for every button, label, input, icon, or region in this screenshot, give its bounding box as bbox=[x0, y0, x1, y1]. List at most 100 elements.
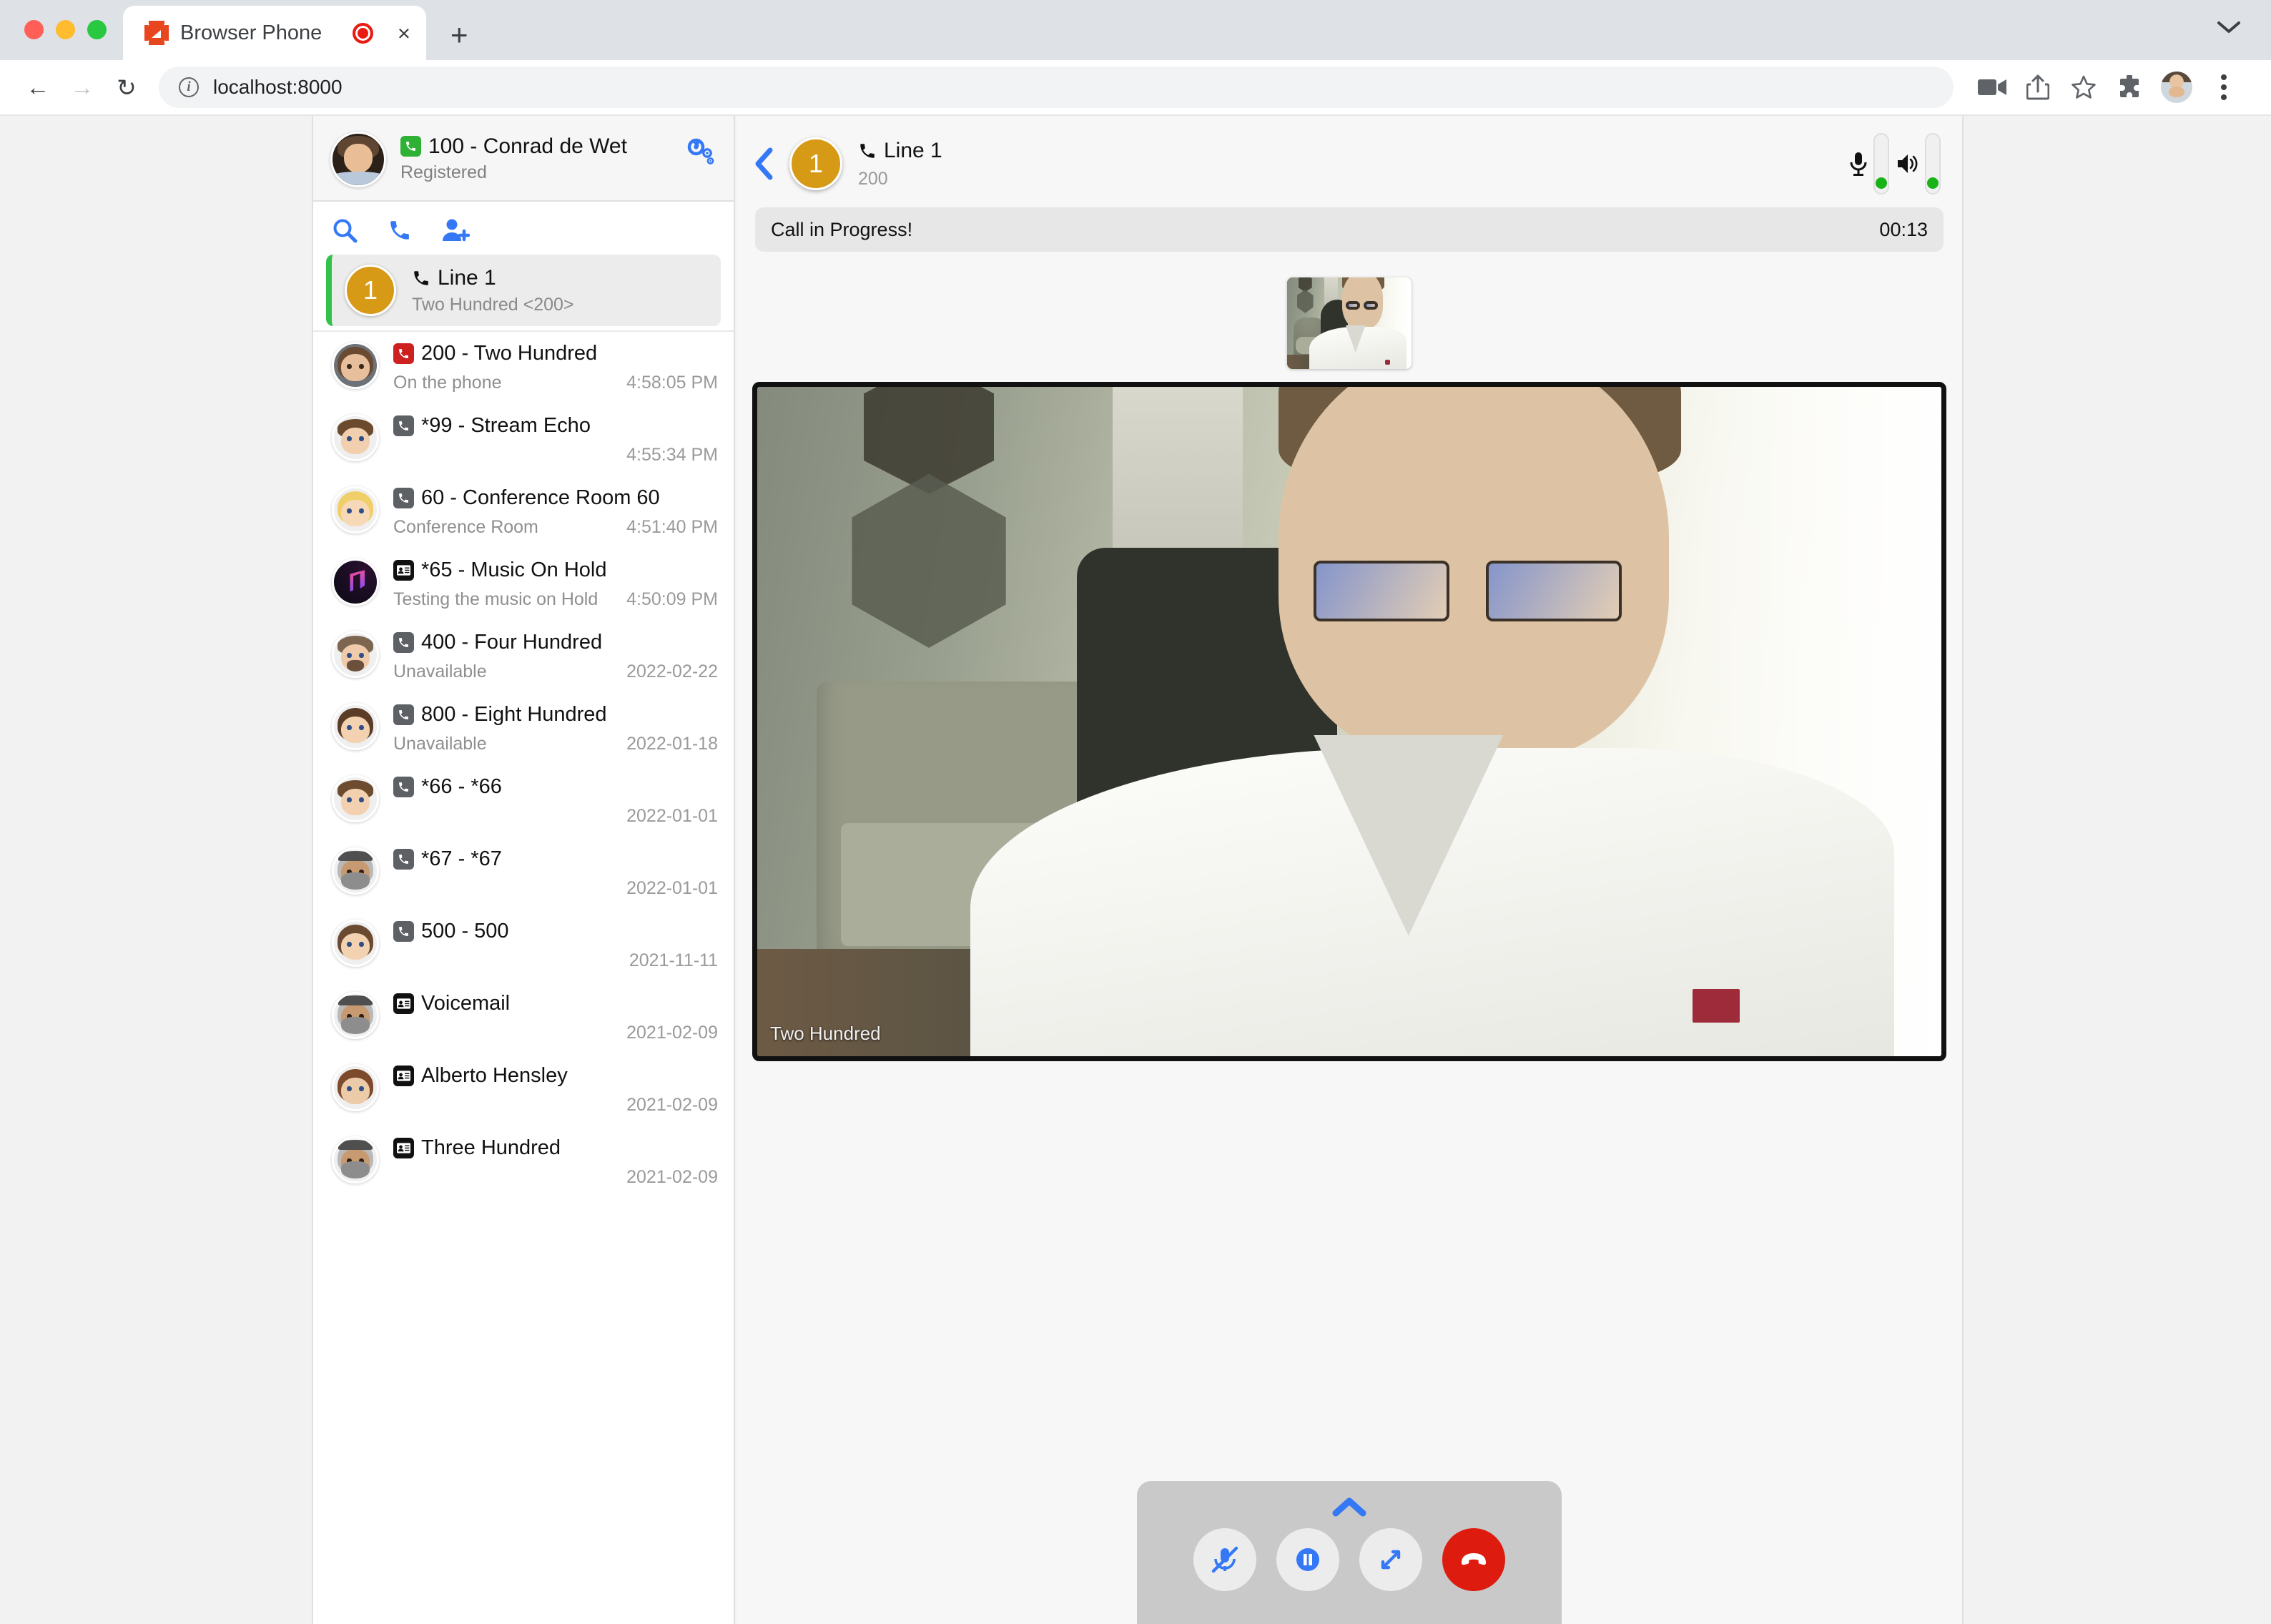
list-item[interactable]: *66 - *66 2022-01-01 bbox=[313, 765, 734, 837]
reload-button[interactable]: ↻ bbox=[104, 65, 149, 109]
contact-status: Conference Room bbox=[393, 517, 538, 537]
list-item[interactable]: 400 - Four Hundred Unavailable 2022-02-2… bbox=[313, 621, 734, 693]
avatar bbox=[332, 1136, 379, 1183]
contact-status: Testing the music on Hold bbox=[393, 589, 598, 609]
contact-card-icon bbox=[393, 993, 414, 1014]
microphone-icon[interactable] bbox=[1849, 152, 1868, 176]
contact-status: On the phone bbox=[393, 373, 502, 393]
video-camera-icon[interactable] bbox=[1969, 64, 2015, 110]
contact-status: Unavailable bbox=[393, 734, 487, 754]
list-item[interactable]: 800 - Eight Hundred Unavailable 2022-01-… bbox=[313, 693, 734, 765]
phone-icon bbox=[393, 488, 414, 508]
avatar bbox=[332, 631, 379, 678]
contact-time: 2022-01-18 bbox=[626, 734, 718, 754]
back-button[interactable]: ← bbox=[16, 65, 60, 109]
sidebar-item-line-1[interactable]: 1 Line 1 Two Hundred <200> bbox=[326, 255, 721, 326]
back-button[interactable] bbox=[754, 147, 774, 180]
hold-button[interactable] bbox=[1276, 1528, 1339, 1591]
phone-handset-icon bbox=[858, 142, 877, 160]
chevron-down-icon[interactable] bbox=[2217, 20, 2241, 34]
gears-icon[interactable] bbox=[686, 137, 715, 166]
contact-name: *99 - Stream Echo bbox=[421, 414, 591, 437]
phone-handset-icon bbox=[412, 269, 430, 287]
address-bar[interactable]: i localhost:8000 bbox=[159, 67, 1954, 108]
dial-icon[interactable] bbox=[388, 218, 412, 242]
list-item[interactable]: Voicemail 2021-02-09 bbox=[313, 982, 734, 1054]
profile-name-row: 100 - Conrad de Wet bbox=[400, 134, 627, 158]
avatar bbox=[332, 992, 379, 1039]
list-item[interactable]: Three Hundred 2021-02-09 bbox=[313, 1126, 734, 1199]
contact-name: Three Hundred bbox=[421, 1136, 561, 1159]
url-text: localhost:8000 bbox=[213, 76, 343, 98]
new-tab-button[interactable]: + bbox=[450, 20, 468, 50]
audio-meters bbox=[1849, 133, 1941, 195]
site-info-icon[interactable]: i bbox=[179, 77, 199, 97]
contact-time: 2021-11-11 bbox=[629, 950, 718, 970]
profile-card: 100 - Conrad de Wet Registered bbox=[313, 116, 734, 202]
contact-time: 4:55:34 PM bbox=[626, 445, 718, 465]
list-item[interactable]: 60 - Conference Room 60 Conference Room … bbox=[313, 476, 734, 548]
contact-name: *65 - Music On Hold bbox=[421, 558, 607, 581]
mic-level-meter bbox=[1873, 133, 1889, 195]
mute-button[interactable] bbox=[1193, 1528, 1256, 1591]
forward-button[interactable]: → bbox=[60, 65, 104, 109]
list-item[interactable]: 200 - Two Hundred On the phone 4:58:05 P… bbox=[313, 332, 734, 404]
fullscreen-button[interactable] bbox=[1359, 1528, 1422, 1591]
phone-icon bbox=[393, 343, 414, 364]
contact-time: 4:51:40 PM bbox=[626, 517, 718, 537]
avatar bbox=[332, 920, 379, 967]
add-contact-icon[interactable] bbox=[442, 218, 471, 242]
toolbar-icons bbox=[1969, 64, 2247, 110]
quick-actions-row bbox=[313, 202, 734, 247]
contact-status: Unavailable bbox=[393, 661, 487, 681]
search-icon[interactable] bbox=[332, 217, 358, 243]
contact-name: 500 - 500 bbox=[421, 920, 509, 943]
call-controls-dock bbox=[1137, 1481, 1562, 1624]
remote-video-label: Two Hundred bbox=[770, 1023, 881, 1044]
list-item[interactable]: *65 - Music On Hold Testing the music on… bbox=[313, 548, 734, 621]
contact-time: 2021-02-09 bbox=[626, 1095, 718, 1115]
list-item[interactable]: *99 - Stream Echo 4:55:34 PM bbox=[313, 404, 734, 476]
contact-card-icon bbox=[393, 1066, 414, 1086]
contact-time: 2022-01-01 bbox=[626, 878, 718, 898]
contact-name: 200 - Two Hundred bbox=[421, 342, 598, 365]
record-icon bbox=[352, 22, 373, 44]
contact-list: 200 - Two Hundred On the phone 4:58:05 P… bbox=[313, 332, 734, 1624]
list-item[interactable]: *67 - *67 2022-01-01 bbox=[313, 837, 734, 910]
self-video[interactable] bbox=[1287, 277, 1412, 369]
hangup-button[interactable] bbox=[1442, 1528, 1505, 1591]
avatar bbox=[332, 558, 379, 606]
contact-time: 2021-02-09 bbox=[626, 1023, 718, 1043]
minimize-window-button[interactable] bbox=[56, 20, 75, 39]
phone-icon bbox=[393, 849, 414, 870]
browser-chrome: Browser Phone × + ← → ↻ i localhost:8000 bbox=[0, 0, 2271, 116]
phone-icon bbox=[393, 632, 414, 653]
active-line-block: 1 Line 1 Two Hundred <200> bbox=[313, 247, 734, 332]
call-panel: 1 Line 1 200 Call in Progress! 00:13 Two… bbox=[737, 116, 1964, 1624]
star-icon[interactable] bbox=[2061, 64, 2107, 110]
sidebar: 100 - Conrad de Wet Registered 1 Line 1 … bbox=[312, 116, 735, 1624]
kebab-menu-icon[interactable] bbox=[2201, 64, 2247, 110]
list-item[interactable]: 500 - 500 2021-11-11 bbox=[313, 910, 734, 982]
close-window-button[interactable] bbox=[24, 20, 44, 39]
avatar bbox=[332, 414, 379, 461]
list-item[interactable]: Alberto Hensley 2021-02-09 bbox=[313, 1054, 734, 1126]
contact-time: 2022-01-01 bbox=[626, 806, 718, 826]
browser-tab[interactable]: Browser Phone × bbox=[123, 6, 426, 60]
close-tab-button[interactable]: × bbox=[398, 22, 410, 44]
tab-strip: Browser Phone × + bbox=[0, 0, 2271, 60]
maximize-window-button[interactable] bbox=[87, 20, 107, 39]
contact-name: 800 - Eight Hundred bbox=[421, 703, 607, 726]
avatar bbox=[332, 1064, 379, 1111]
speaker-icon[interactable] bbox=[1896, 153, 1919, 174]
avatar bbox=[330, 132, 386, 187]
speaker-level-meter bbox=[1925, 133, 1941, 195]
contact-time: 4:58:05 PM bbox=[626, 373, 718, 393]
chevron-up-icon[interactable] bbox=[1332, 1497, 1366, 1517]
profile-avatar[interactable] bbox=[2161, 72, 2192, 103]
contact-time: 4:50:09 PM bbox=[626, 589, 718, 609]
contact-name: *67 - *67 bbox=[421, 847, 502, 870]
remote-video[interactable]: Two Hundred bbox=[752, 382, 1946, 1061]
share-icon[interactable] bbox=[2015, 64, 2061, 110]
extensions-icon[interactable] bbox=[2107, 64, 2152, 110]
